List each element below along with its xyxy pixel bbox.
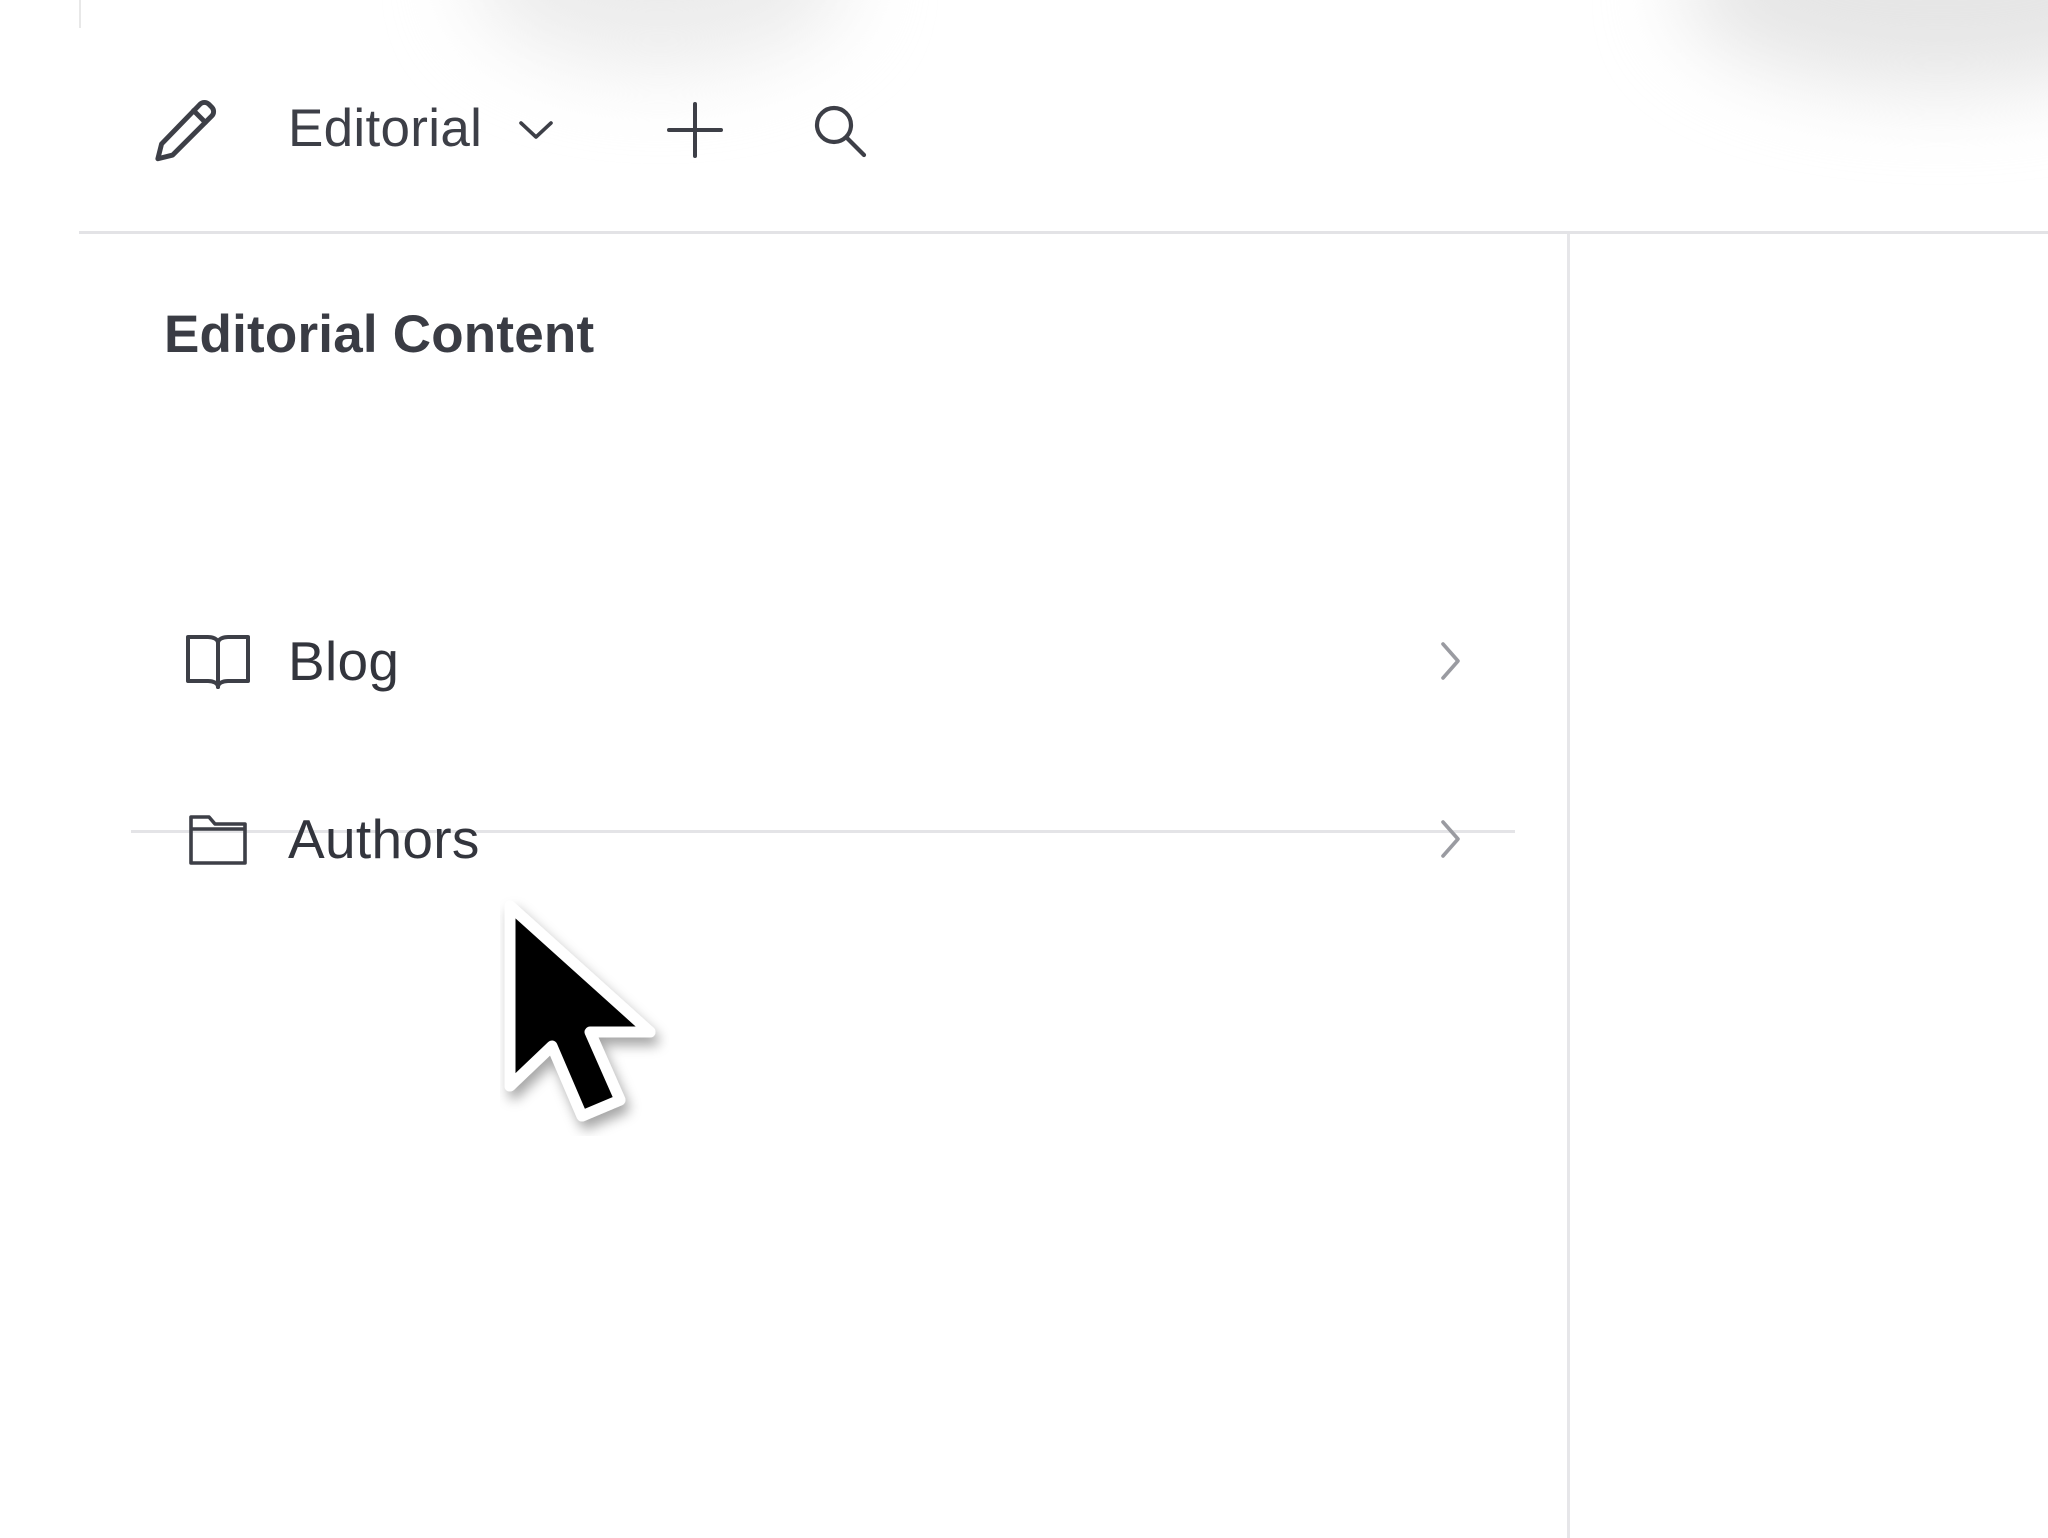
navigation-pane: Editorial Content Blog Authors — [79, 234, 1567, 1538]
edit-button[interactable] — [140, 86, 230, 176]
workspace-name: Editorial — [288, 98, 483, 158]
workspace-switcher[interactable]: Editorial — [288, 88, 556, 168]
chevron-down-icon — [519, 121, 553, 139]
pencil-icon — [155, 100, 216, 162]
nav-item-authors[interactable]: Authors — [131, 755, 1515, 923]
pane-divider — [1567, 234, 1570, 1538]
app-window: Editorial Editorial Content Blog Authors — [0, 0, 2048, 1538]
chevron-right-icon — [1441, 642, 1460, 680]
nav-item-label: Authors — [288, 808, 480, 870]
search-button[interactable] — [795, 90, 885, 172]
nav-item-blog[interactable]: Blog — [131, 577, 1515, 745]
search-icon — [814, 105, 867, 158]
add-button[interactable] — [650, 90, 740, 170]
plus-icon — [667, 102, 723, 158]
chevron-right-icon — [1441, 820, 1460, 858]
book-open-icon — [183, 626, 253, 696]
pane-title: Editorial Content — [164, 305, 595, 364]
nav-item-label: Blog — [288, 630, 400, 692]
folder-icon — [183, 804, 253, 874]
